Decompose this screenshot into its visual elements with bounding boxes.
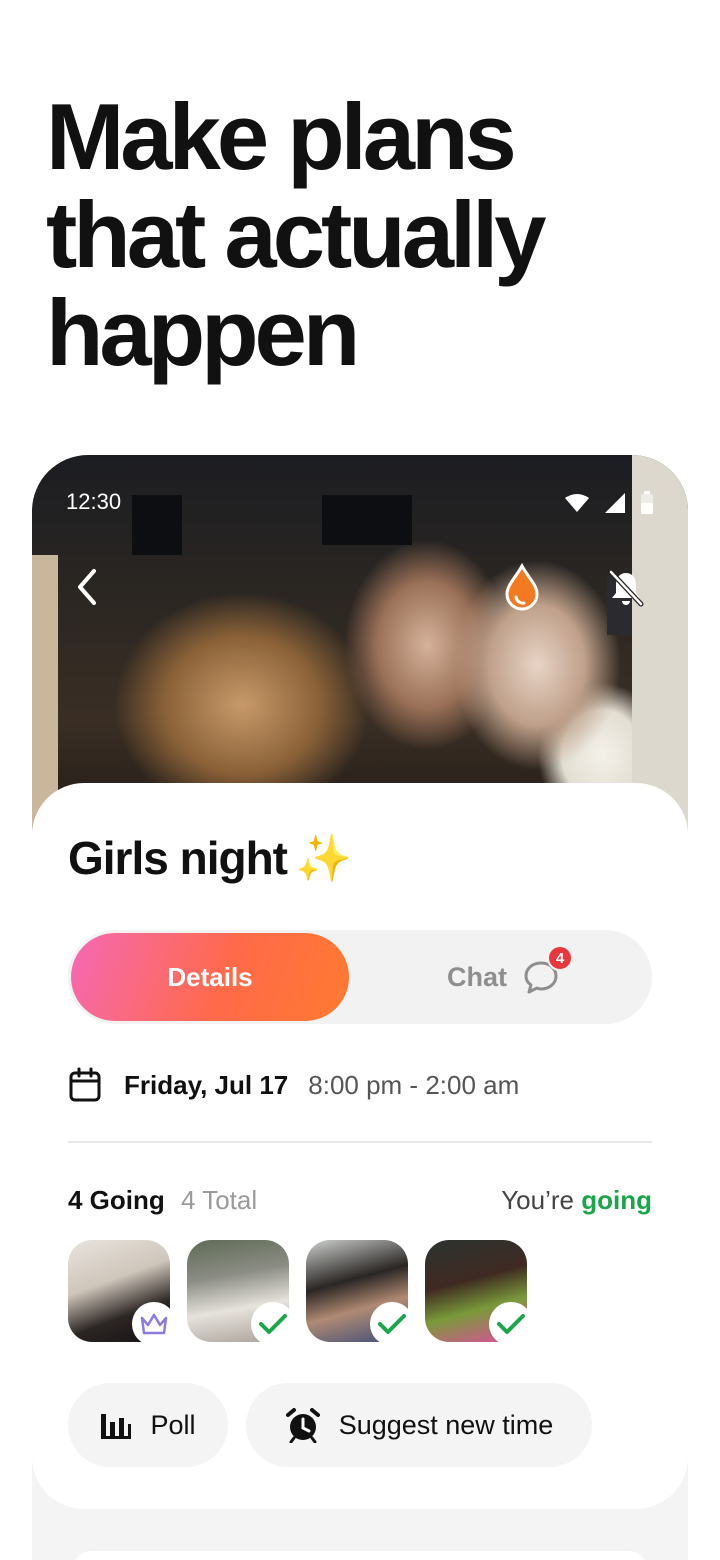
alarm-clock-icon <box>285 1408 320 1443</box>
next-card-edge <box>72 1551 648 1560</box>
avatar[interactable] <box>187 1240 295 1346</box>
event-title: Girls night ✨ <box>68 831 352 886</box>
headline-line-2: that actually <box>46 182 547 287</box>
going-count: 4 Going <box>68 1185 165 1215</box>
calendar-icon <box>69 1067 101 1102</box>
tab-chat[interactable]: Chat 4 <box>358 930 648 1024</box>
avatar[interactable] <box>68 1240 176 1346</box>
your-status-value: going <box>581 1185 652 1215</box>
your-status-prefix: You’re <box>501 1185 574 1215</box>
attendance-summary: 4 Going 4 Total You’re going <box>68 1185 652 1221</box>
divider <box>68 1141 652 1143</box>
suggest-new-time-button[interactable]: Suggest new time <box>246 1383 592 1467</box>
poll-button[interactable]: Poll <box>68 1383 228 1467</box>
chat-icon: 4 <box>523 945 573 995</box>
back-icon[interactable] <box>72 565 102 609</box>
headline-line-1: Make plans <box>46 84 517 189</box>
tab-bar: Details Chat 4 <box>68 930 652 1024</box>
avatar[interactable] <box>306 1240 414 1346</box>
check-icon <box>378 1314 406 1334</box>
your-rsvp-status[interactable]: You’re going <box>501 1185 652 1216</box>
bar-chart-icon <box>101 1414 132 1439</box>
total-count: 4 Total <box>181 1185 258 1215</box>
sparkle-emoji: ✨ <box>295 832 352 884</box>
event-cover-photo: 12:30 <box>32 455 688 835</box>
crown-icon <box>140 1313 168 1335</box>
event-time-range: 8:00 pm - 2:00 am <box>308 1069 520 1100</box>
check-icon <box>497 1314 525 1334</box>
headline-line-3: happen <box>46 280 360 385</box>
signal-icon <box>605 493 625 513</box>
drop-icon[interactable] <box>502 563 542 611</box>
avatar[interactable] <box>425 1240 533 1346</box>
suggest-new-time-label: Suggest new time <box>338 1409 554 1440</box>
wifi-icon <box>565 494 589 512</box>
status-bar: 12:30 <box>66 489 654 519</box>
bell-off-icon[interactable] <box>608 569 644 607</box>
check-icon <box>259 1314 287 1334</box>
event-details-sheet: Girls night ✨ Details Chat 4 Friday, Jul… <box>32 783 688 1509</box>
event-date: Friday, Jul 17 <box>124 1069 289 1100</box>
poll-label: Poll <box>150 1409 196 1440</box>
event-title-text: Girls night <box>68 832 288 884</box>
date-row[interactable]: Friday, Jul 17 8:00 pm - 2:00 am <box>68 1065 519 1105</box>
tab-chat-label: Chat <box>447 961 507 992</box>
status-time: 12:30 <box>66 489 122 514</box>
chat-unread-badge: 4 <box>547 945 573 971</box>
headline: Make plans that actually happen <box>46 88 686 382</box>
battery-icon <box>641 491 653 514</box>
tab-details[interactable]: Details <box>71 933 349 1021</box>
phone-mockup: 12:30 Girls night ✨ Details Chat 4 Frida… <box>32 455 688 1560</box>
